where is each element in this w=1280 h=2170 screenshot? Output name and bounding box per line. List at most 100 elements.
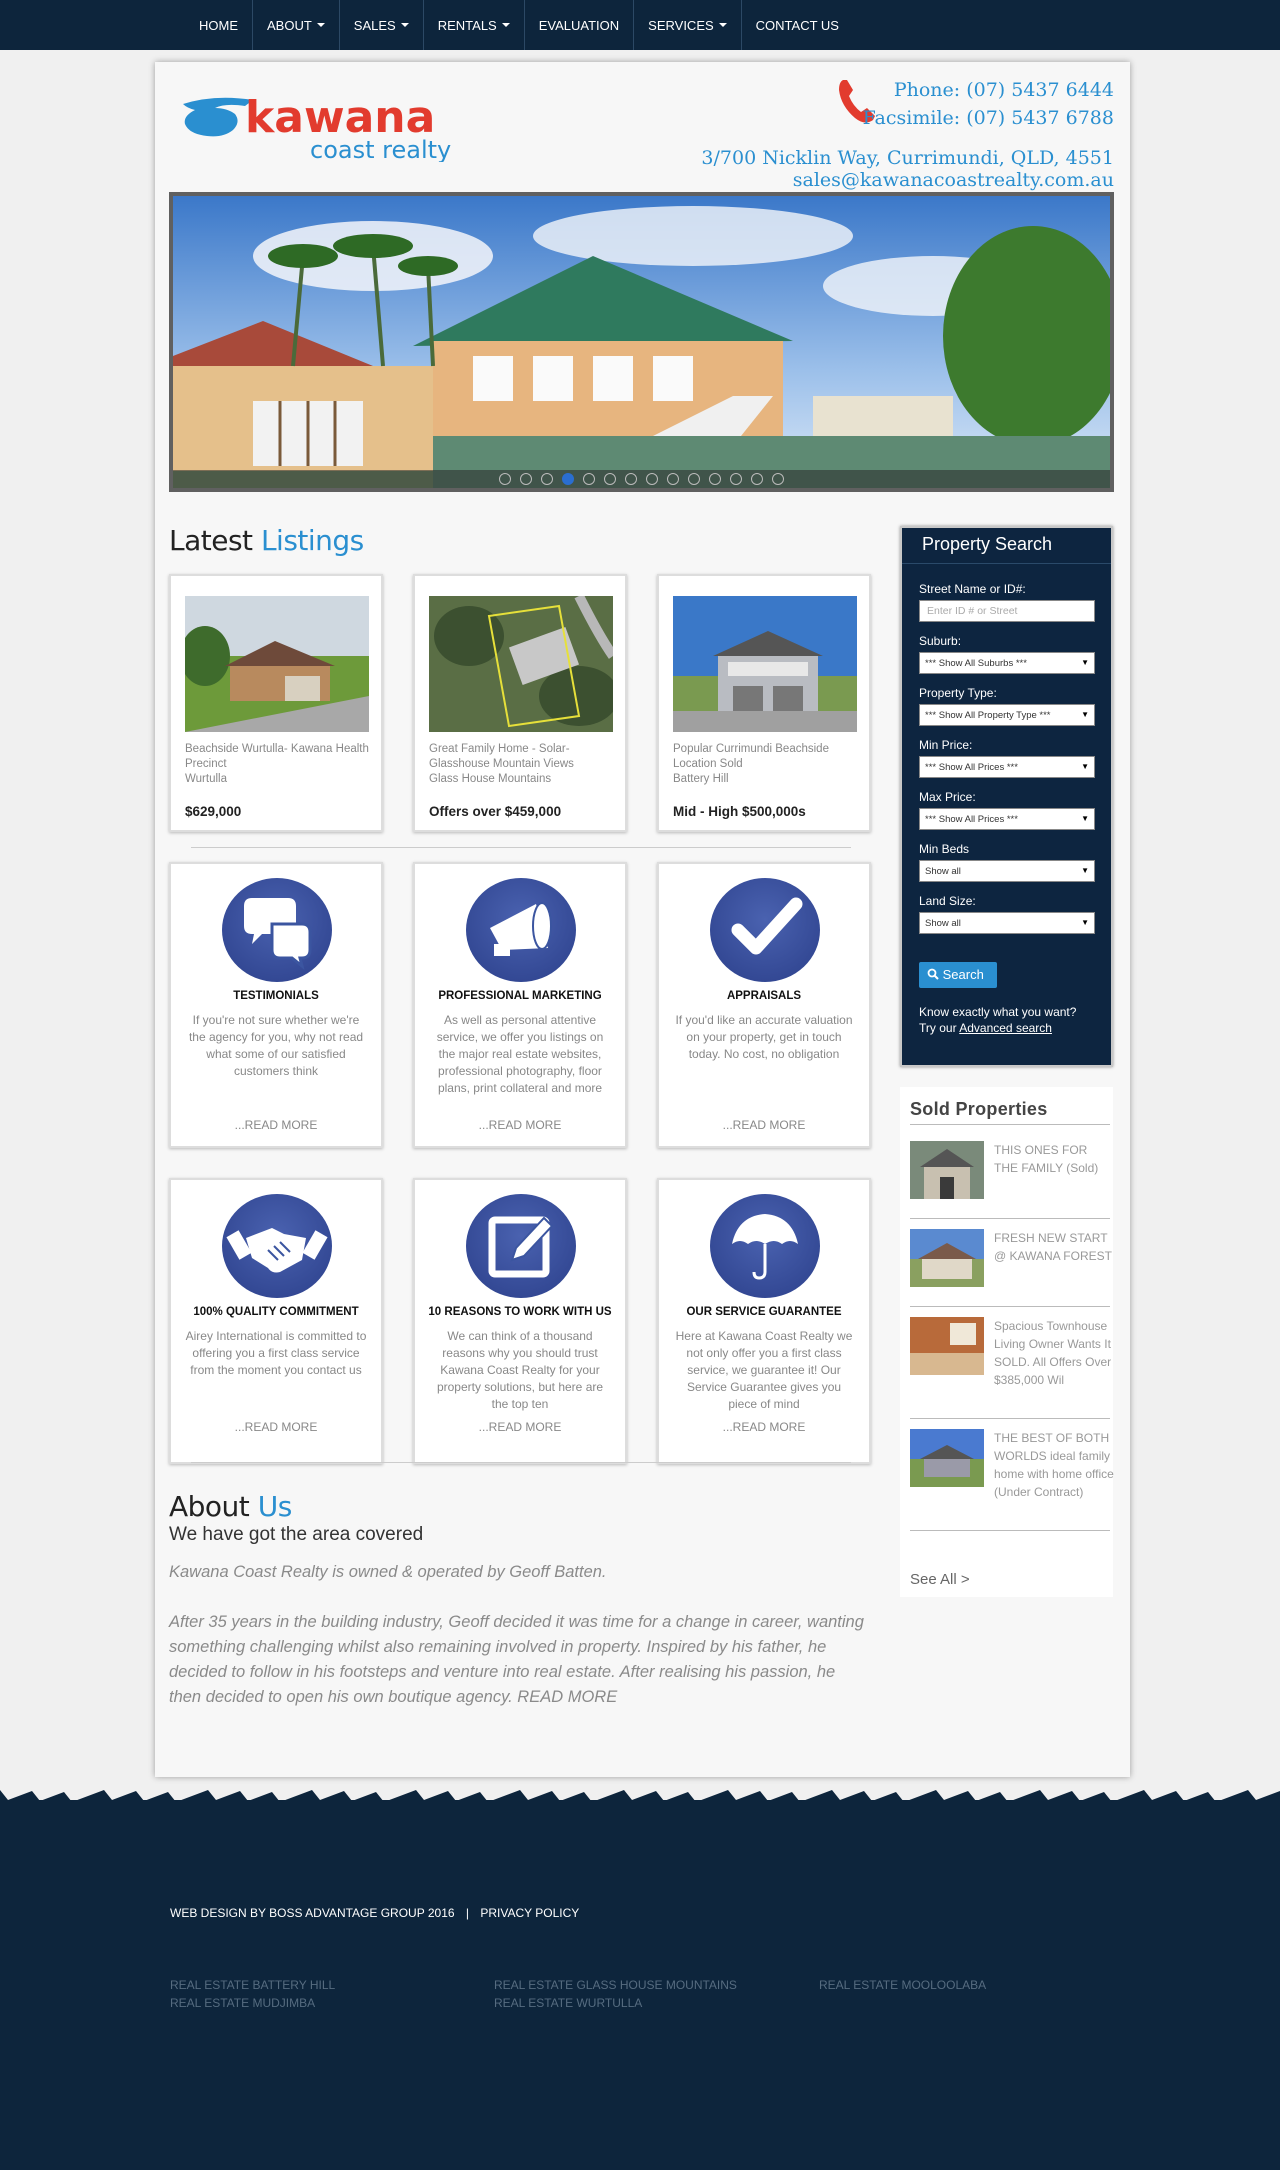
listing-card[interactable]: Great Family Home - Solar- Glasshouse Mo… xyxy=(413,574,627,832)
slider-dot[interactable] xyxy=(688,473,700,485)
handshake-icon xyxy=(222,1194,332,1298)
street-address: 3/700 Nicklin Way, Currimundi, QLD, 4551 xyxy=(701,147,1114,169)
slider-dot[interactable] xyxy=(499,473,511,485)
listing-price: Offers over $459,000 xyxy=(429,804,562,819)
listing-description: Beachside Wurtulla- Kawana Health Precin… xyxy=(185,743,369,785)
slider-dot[interactable] xyxy=(541,473,553,485)
address-block: 3/700 Nicklin Way, Currimundi, QLD, 4551… xyxy=(701,147,1114,191)
sold-item[interactable]: Spacious Townhouse Living Owner Wants It… xyxy=(910,1317,1111,1419)
feature-card-reasons[interactable]: 10 REASONS TO WORK WITH US We can think … xyxy=(413,1178,627,1464)
caret-down-icon xyxy=(718,23,727,27)
checkmark-icon xyxy=(710,878,820,982)
footer-link[interactable]: REAL ESTATE WURTULLA xyxy=(494,1994,737,2012)
footer-credits: WEB DESIGN BY BOSS ADVANTAGE GROUP 2016 … xyxy=(170,1906,580,1920)
land-size-select[interactable]: Show all ▼ xyxy=(919,912,1095,934)
footer-link[interactable]: REAL ESTATE BATTERY HILL xyxy=(170,1976,335,1994)
nav-item-home[interactable]: HOME xyxy=(185,0,253,50)
search-button[interactable]: Search xyxy=(919,962,997,988)
feature-card-testimonials[interactable]: TESTIMONIALS If you're not sure whether … xyxy=(169,862,383,1148)
footer-links-col-2: REAL ESTATE GLASS HOUSE MOUNTAINS REAL E… xyxy=(494,1976,737,2012)
nav-item-contact[interactable]: CONTACT US xyxy=(742,0,853,50)
feature-card-marketing[interactable]: PROFESSIONAL MARKETING As well as person… xyxy=(413,862,627,1148)
suburb-select[interactable]: *** Show All Suburbs *** ▼ xyxy=(919,652,1095,674)
listing-photo[interactable] xyxy=(673,596,857,732)
read-more-link[interactable]: ...READ MORE xyxy=(415,1420,625,1434)
hero-slider[interactable] xyxy=(169,192,1114,492)
read-more-link[interactable]: ...READ MORE xyxy=(659,1118,869,1132)
sold-thumbnail[interactable] xyxy=(910,1429,984,1487)
logo-mark-icon: kawana coast realty xyxy=(183,92,451,164)
read-more-link[interactable]: ...READ MORE xyxy=(171,1420,381,1434)
sold-properties-title: Sold Properties xyxy=(910,1099,1048,1119)
max-price-select[interactable]: *** Show All Prices *** ▼ xyxy=(919,808,1095,830)
dropdown-arrow-icon: ▼ xyxy=(1081,762,1089,771)
caret-down-icon xyxy=(316,23,325,27)
slider-dot[interactable] xyxy=(520,473,532,485)
torn-edge xyxy=(0,1790,1280,1812)
slider-dot[interactable] xyxy=(625,473,637,485)
listing-card[interactable]: Popular Currimundi Beachside Location So… xyxy=(657,574,871,832)
slider-dot[interactable] xyxy=(646,473,658,485)
nav-item-sales[interactable]: SALES xyxy=(340,0,424,50)
sold-thumbnail[interactable] xyxy=(910,1229,984,1287)
email-link[interactable]: sales@kawanacoastrealty.com.au xyxy=(701,169,1114,191)
slider-dot[interactable] xyxy=(730,473,742,485)
feature-card-quality[interactable]: 100% QUALITY COMMITMENT Airey Internatio… xyxy=(169,1178,383,1464)
property-search-title: Property Search xyxy=(902,528,1111,564)
logo[interactable]: kawana coast realty xyxy=(175,90,465,164)
listing-photo[interactable] xyxy=(429,596,613,732)
advanced-search-link[interactable]: Advanced search xyxy=(959,1021,1052,1035)
main-card: kawana coast realty Phone: (07) 5437 644… xyxy=(155,62,1130,1777)
divider xyxy=(191,1462,851,1463)
listing-photo[interactable] xyxy=(185,596,369,732)
dropdown-arrow-icon: ▼ xyxy=(1081,814,1089,823)
slider-dot[interactable] xyxy=(583,473,595,485)
slider-dot[interactable] xyxy=(709,473,721,485)
contact-info: Phone: (07) 5437 6444 Facsimile: (07) 54… xyxy=(863,76,1114,132)
caret-down-icon xyxy=(400,23,409,27)
slider-dot[interactable] xyxy=(604,473,616,485)
sold-thumbnail[interactable] xyxy=(910,1317,984,1375)
dropdown-arrow-icon: ▼ xyxy=(1081,866,1089,875)
nav-item-evaluation[interactable]: EVALUATION xyxy=(525,0,635,50)
nav-item-rentals[interactable]: RENTALS xyxy=(424,0,525,50)
listing-price: $629,000 xyxy=(185,804,242,819)
dropdown-arrow-icon: ▼ xyxy=(1081,710,1089,719)
umbrella-icon xyxy=(710,1194,820,1298)
divider xyxy=(191,847,851,848)
property-search-panel: Property Search Street Name or ID#: Ente… xyxy=(900,526,1113,1067)
listing-card[interactable]: Beachside Wurtulla- Kawana Health Precin… xyxy=(169,574,383,832)
search-icon xyxy=(927,968,939,980)
slider-dot[interactable] xyxy=(562,473,574,485)
latest-listings-heading: Latest Listings xyxy=(169,524,364,557)
nav-item-services[interactable]: SERVICES xyxy=(634,0,742,50)
sold-item[interactable]: THIS ONES FOR THE FAMILY (Sold) xyxy=(910,1141,1110,1219)
web-design-credit[interactable]: WEB DESIGN BY BOSS ADVANTAGE GROUP 2016 xyxy=(170,1906,455,1920)
slider-dot[interactable] xyxy=(667,473,679,485)
svg-text:coast realty: coast realty xyxy=(310,136,451,162)
feature-card-appraisals[interactable]: APPRAISALS If you'd like an accurate val… xyxy=(657,862,871,1148)
property-type-select[interactable]: *** Show All Property Type *** ▼ xyxy=(919,704,1095,726)
sold-thumbnail[interactable] xyxy=(910,1141,984,1199)
privacy-policy-link[interactable]: PRIVACY POLICY xyxy=(480,1906,579,1920)
footer-link[interactable]: REAL ESTATE MUDJIMBA xyxy=(170,1994,335,2012)
footer-link[interactable]: REAL ESTATE GLASS HOUSE MOUNTAINS xyxy=(494,1976,737,1994)
slider-dot[interactable] xyxy=(751,473,763,485)
divider xyxy=(910,1218,1110,1219)
read-more-link[interactable]: ...READ MORE xyxy=(415,1118,625,1132)
divider xyxy=(910,1306,1110,1307)
sold-item[interactable]: THE BEST OF BOTH WORLDS ideal family hom… xyxy=(910,1429,1114,1531)
min-price-select[interactable]: *** Show All Prices *** ▼ xyxy=(919,756,1095,778)
read-more-link[interactable]: ...READ MORE xyxy=(171,1118,381,1132)
slider-dot[interactable] xyxy=(772,473,784,485)
see-all-link[interactable]: See All > xyxy=(910,1571,970,1588)
nav-item-about[interactable]: ABOUT xyxy=(253,0,340,50)
read-more-link[interactable]: ...READ MORE xyxy=(659,1420,869,1434)
sold-item[interactable]: FRESH NEW START @ KAWANA FOREST xyxy=(910,1229,1112,1307)
feature-card-guarantee[interactable]: OUR SERVICE GUARANTEE Here at Kawana Coa… xyxy=(657,1178,871,1464)
street-id-input[interactable]: Enter ID # or Street xyxy=(919,600,1095,622)
phone-number[interactable]: Phone: (07) 5437 6444 xyxy=(863,76,1114,104)
min-beds-select[interactable]: Show all ▼ xyxy=(919,860,1095,882)
footer-link[interactable]: REAL ESTATE MOOLOOLABA xyxy=(819,1976,986,1994)
divider xyxy=(910,1124,1110,1125)
